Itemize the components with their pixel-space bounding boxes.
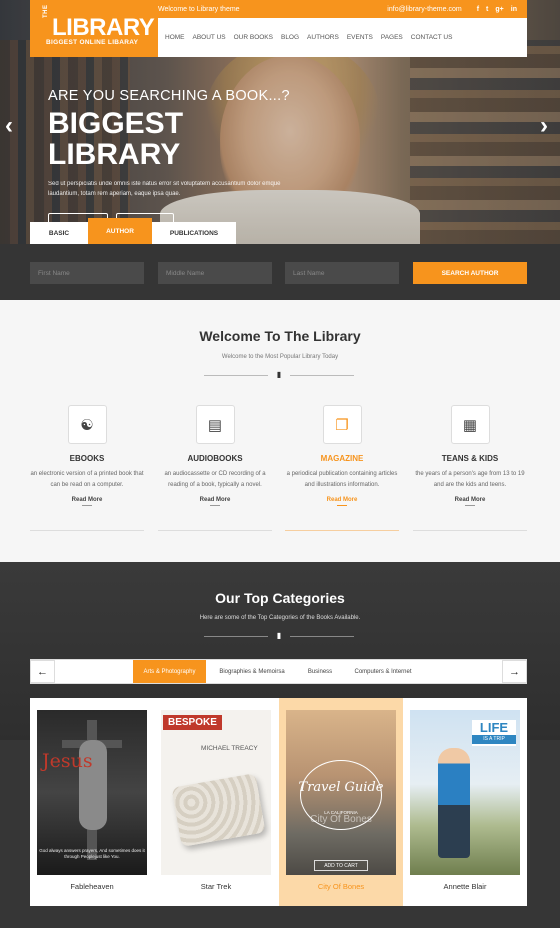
chevron-right-icon[interactable]: › <box>540 112 548 140</box>
nav-about-us[interactable]: ABOUT US <box>193 34 226 41</box>
main-nav: HOME ABOUT US OUR BOOKS BLOG AUTHORS EVE… <box>158 18 527 57</box>
middle-name-field[interactable]: Middle Name <box>158 262 272 284</box>
feature-audiobooks: ▤ AUDIOBOOKS an audiocassette or CD reco… <box>158 405 272 531</box>
cover-title: Jesus <box>42 750 93 772</box>
logo-tagline: BIGGEST ONLINE LIBARAY <box>46 39 139 46</box>
nav-contact-us[interactable]: CONTACT US <box>411 34 453 41</box>
book-icon: ▤ <box>195 405 235 444</box>
last-name-field[interactable]: Last Name <box>285 262 399 284</box>
nav-our-books[interactable]: OUR BOOKS <box>234 34 273 41</box>
cover-author: MICHAEL TREACY <box>201 745 258 752</box>
facebook-icon[interactable]: f <box>477 6 479 13</box>
nav-blog[interactable]: BLOG <box>281 34 299 41</box>
chevron-left-icon[interactable]: ‹ <box>5 112 13 140</box>
tab-author[interactable]: AUTHOR <box>88 218 152 244</box>
first-name-field[interactable]: First Name <box>30 262 144 284</box>
book-card-selected[interactable]: Travel Guide LA CALIFORNIA City Of Bones… <box>279 698 403 906</box>
arrow-left-icon[interactable]: ← <box>30 660 55 683</box>
arrow-right-icon[interactable]: → <box>502 660 527 683</box>
book-icon: ▮ <box>276 631 282 640</box>
section-divider: ▮ <box>204 631 354 641</box>
nav-home[interactable]: HOME <box>165 34 185 41</box>
tab-publications[interactable]: PUBLICATIONS <box>152 222 236 244</box>
tab-computers-internet[interactable]: Computers & Internet <box>347 660 419 683</box>
read-more-link[interactable]: Read More <box>158 497 272 503</box>
book-title[interactable]: City Of Bones <box>279 882 403 891</box>
category-tabs: ← Arts & Photography Biographies & Memoi… <box>30 659 527 684</box>
cover-subtitle: IS A TRIP <box>472 735 516 744</box>
email-link[interactable]: info@library-theme.com <box>387 6 461 13</box>
cover-caption: God always answers prayers, And sometime… <box>39 848 145 859</box>
read-more-link[interactable]: Read More <box>285 497 399 503</box>
book-cover[interactable]: BESPOKE MICHAEL TREACY <box>161 710 271 875</box>
feature-teens-kids: ▦ TEANS & KIDS the years of a person's a… <box>413 405 527 531</box>
welcome-section: Welcome To The Library Welcome to the Mo… <box>0 300 560 562</box>
welcome-subtitle: Welcome to the Most Popular Library Toda… <box>221 354 339 360</box>
feature-title: AUDIOBOOKS <box>187 454 243 463</box>
google-plus-icon[interactable]: g+ <box>495 6 503 13</box>
search-tabs: BASIC AUTHOR PUBLICATIONS <box>30 218 236 244</box>
cover-badge: BESPOKE <box>163 715 222 730</box>
logo-the: THE <box>43 4 49 19</box>
cover-title: Travel Guide <box>298 780 384 795</box>
book-cover[interactable]: Travel Guide LA CALIFORNIA City Of Bones… <box>286 710 396 875</box>
feature-title: MAGAZINE <box>320 454 364 463</box>
copy-icon: ❐ <box>322 405 362 444</box>
book-cover[interactable]: LIFE IS A TRIP <box>410 710 520 875</box>
feature-desc: an audiocassette or CD recording of a re… <box>164 471 266 488</box>
book-card[interactable]: BESPOKE MICHAEL TREACY Star Trek <box>154 698 278 906</box>
site-logo[interactable]: THE LIBRARY BIGGEST ONLINE LIBARAY <box>30 0 158 57</box>
welcome-text: Welcome to Library theme <box>158 5 240 13</box>
gift-icon: ☯ <box>67 405 107 444</box>
tab-basic[interactable]: BASIC <box>30 222 88 244</box>
hero-subheading: ARE YOU SEARCHING A BOOK...? <box>48 88 290 104</box>
tab-arts-photography[interactable]: Arts & Photography <box>133 660 206 683</box>
book-card[interactable]: LIFE IS A TRIP Annette Blair <box>403 698 527 906</box>
feature-title: EBOOKS <box>69 454 105 463</box>
feature-title: TEANS & KIDS <box>441 454 499 463</box>
logo-name: LIBRARY <box>52 14 155 41</box>
book-icon: ▮ <box>276 370 282 379</box>
author-search-bar: First Name Middle Name Last Name SEARCH … <box>0 244 560 300</box>
linkedin-icon[interactable]: in <box>511 6 517 13</box>
book-title[interactable]: Star Trek <box>154 882 278 891</box>
top-info-bar: Welcome to Library theme info@library-th… <box>148 0 527 18</box>
book-card[interactable]: Jesus God always answers prayers, And so… <box>30 698 154 906</box>
feature-desc: a periodical publication containing arti… <box>286 471 398 488</box>
categories-title: Our Top Categories <box>215 590 345 606</box>
books-grid: Jesus God always answers prayers, And so… <box>30 698 527 906</box>
tab-business[interactable]: Business <box>301 660 339 683</box>
book-cover[interactable]: Jesus God always answers prayers, And so… <box>37 710 147 875</box>
book-title[interactable]: Fableheaven <box>30 882 154 891</box>
calculator-icon: ▦ <box>450 405 490 444</box>
nav-events[interactable]: EVENTS <box>347 34 373 41</box>
hero-heading: BIGGEST LIBRARY <box>48 107 184 171</box>
feature-desc: an electronic version of a printed book … <box>30 471 144 488</box>
categories-subtitle: Here are some of the Top Categories of t… <box>199 615 361 621</box>
add-to-cart-button[interactable]: ADD TO CART <box>314 860 368 871</box>
tab-biographies[interactable]: Biographies & Memoirsa <box>212 660 292 683</box>
read-more-link[interactable]: Read More <box>30 497 144 503</box>
read-more-link[interactable]: Read More <box>413 497 527 503</box>
feature-magazine: ❐ MAGAZINE a periodical publication cont… <box>285 405 399 531</box>
welcome-title: Welcome To The Library <box>199 328 361 344</box>
search-author-button[interactable]: SEARCH AUTHOR <box>413 262 527 284</box>
cover-overlay-title: City Of Bones <box>310 814 372 825</box>
feature-ebooks: ☯ EBOOKS an electronic version of a prin… <box>30 405 144 531</box>
section-divider: ▮ <box>204 370 354 380</box>
twitter-icon[interactable]: t <box>486 6 488 13</box>
nav-authors[interactable]: AUTHORS <box>307 34 339 41</box>
feature-desc: the years of a person's age from 13 to 1… <box>415 471 525 488</box>
book-title[interactable]: Annette Blair <box>403 882 527 891</box>
nav-pages[interactable]: PAGES <box>381 34 403 41</box>
hero-description: Sed ut perspiciatis unde omnis iste natu… <box>48 181 281 197</box>
